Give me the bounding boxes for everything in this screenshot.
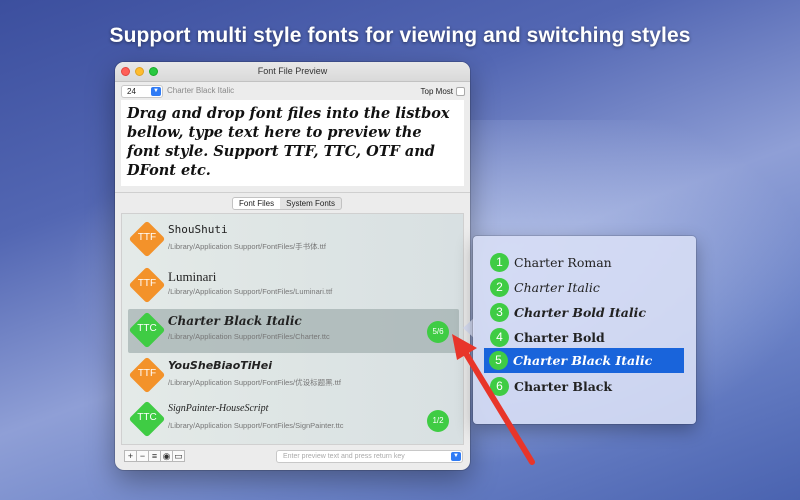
font-name: YouSheBiaoTiHei xyxy=(168,359,272,372)
font-name: Luminari xyxy=(168,269,217,284)
style-item-charter-bold[interactable]: 4 Charter Bold xyxy=(485,325,685,350)
chevron-down-icon[interactable]: ▼ xyxy=(151,87,161,96)
font-path: /Library/Application Support/FontFiles/L… xyxy=(168,287,333,296)
font-name: Charter Black Italic xyxy=(168,314,302,328)
style-count-badge[interactable]: 5/6 xyxy=(427,321,449,343)
file-type: TTF xyxy=(137,278,157,289)
font-path: /Library/Application Support/FontFiles/S… xyxy=(168,421,344,430)
list-buttons: + − ≡ ◉ ▭ xyxy=(124,450,185,462)
style-number: 1 xyxy=(490,253,509,272)
style-count-badge[interactable]: 1/2 xyxy=(427,410,449,432)
style-item-charter-black[interactable]: 6 Charter Black xyxy=(485,374,685,399)
options-row: 24 ▼ Charter Black Italic Top Most xyxy=(115,82,470,99)
font-name: SignPainter-HouseScript xyxy=(168,403,269,414)
style-label: Charter Roman xyxy=(514,255,612,270)
font-preview-window: Font File Preview 24 ▼ Charter Black Ita… xyxy=(115,62,470,470)
window-title: Font File Preview xyxy=(257,66,328,76)
font-name: ShouShuti xyxy=(168,223,228,236)
list-item[interactable]: TTF YouSheBiaoTiHei /Library/Application… xyxy=(128,354,459,398)
list-item[interactable]: TTC Charter Black Italic /Library/Applic… xyxy=(128,309,459,353)
style-label: Charter Black Italic xyxy=(513,353,653,368)
top-most-label: Top Most xyxy=(420,87,453,96)
headline: Support multi style fonts for viewing an… xyxy=(109,24,691,47)
font-size-combo[interactable]: 24 ▼ xyxy=(121,85,163,98)
chevron-down-icon[interactable]: ▼ xyxy=(451,452,461,461)
list-item[interactable]: TTC SignPainter-HouseScript /Library/App… xyxy=(128,398,459,442)
style-item-charter-black-italic[interactable]: 5 Charter Black Italic xyxy=(484,348,684,373)
font-path: /Library/Application Support/FontFiles/C… xyxy=(168,332,330,341)
preview-entry-placeholder: Enter preview text and press return key xyxy=(283,453,405,460)
font-size-value: 24 xyxy=(127,87,136,96)
style-number: 3 xyxy=(490,303,509,322)
style-label: Charter Bold Italic xyxy=(514,305,646,320)
font-file-list[interactable]: TTF ShouShuti /Library/Application Suppo… xyxy=(121,213,464,445)
window-icon[interactable]: ▭ xyxy=(172,450,185,462)
file-type: TTF xyxy=(137,368,157,379)
file-type: TTC xyxy=(137,412,157,423)
font-path: /Library/Application Support/FontFiles/优… xyxy=(168,378,341,387)
style-number: 2 xyxy=(490,278,509,297)
style-label: Charter Italic xyxy=(514,280,600,295)
top-most-checkbox[interactable] xyxy=(456,87,465,96)
style-number: 6 xyxy=(490,377,509,396)
list-item[interactable]: TTF Luminari /Library/Application Suppor… xyxy=(128,264,459,308)
style-label: Charter Black xyxy=(514,379,613,394)
list-item[interactable]: TTF ShouShuti /Library/Application Suppo… xyxy=(128,218,459,262)
tab-system-fonts[interactable]: System Fonts xyxy=(280,198,341,209)
style-item-charter-italic[interactable]: 2 Charter Italic xyxy=(485,275,685,300)
preview-entry-field[interactable]: Enter preview text and press return key … xyxy=(276,450,463,463)
style-number: 5 xyxy=(489,351,508,370)
style-label: Charter Bold xyxy=(514,330,605,345)
font-path: /Library/Application Support/FontFiles/手… xyxy=(168,242,326,251)
tab-font-files[interactable]: Font Files xyxy=(233,198,281,209)
splitter[interactable] xyxy=(115,192,470,194)
preview-text-area[interactable]: Drag and drop font files into the listbo… xyxy=(121,100,464,186)
file-type: TTC xyxy=(137,323,157,334)
title-bar: Font File Preview xyxy=(115,62,470,82)
current-font-name: Charter Black Italic xyxy=(167,86,235,95)
bottom-toolbar: + − ≡ ◉ ▭ Enter preview text and press r… xyxy=(121,449,464,464)
style-number: 4 xyxy=(490,328,509,347)
style-popup-menu: 1 Charter Roman 2 Charter Italic 3 Chart… xyxy=(473,236,696,424)
file-type: TTF xyxy=(137,232,157,243)
tab-switcher: Font Files System Fonts xyxy=(232,197,343,210)
style-item-charter-roman[interactable]: 1 Charter Roman xyxy=(485,250,685,275)
style-item-charter-bold-italic[interactable]: 3 Charter Bold Italic xyxy=(485,300,685,325)
